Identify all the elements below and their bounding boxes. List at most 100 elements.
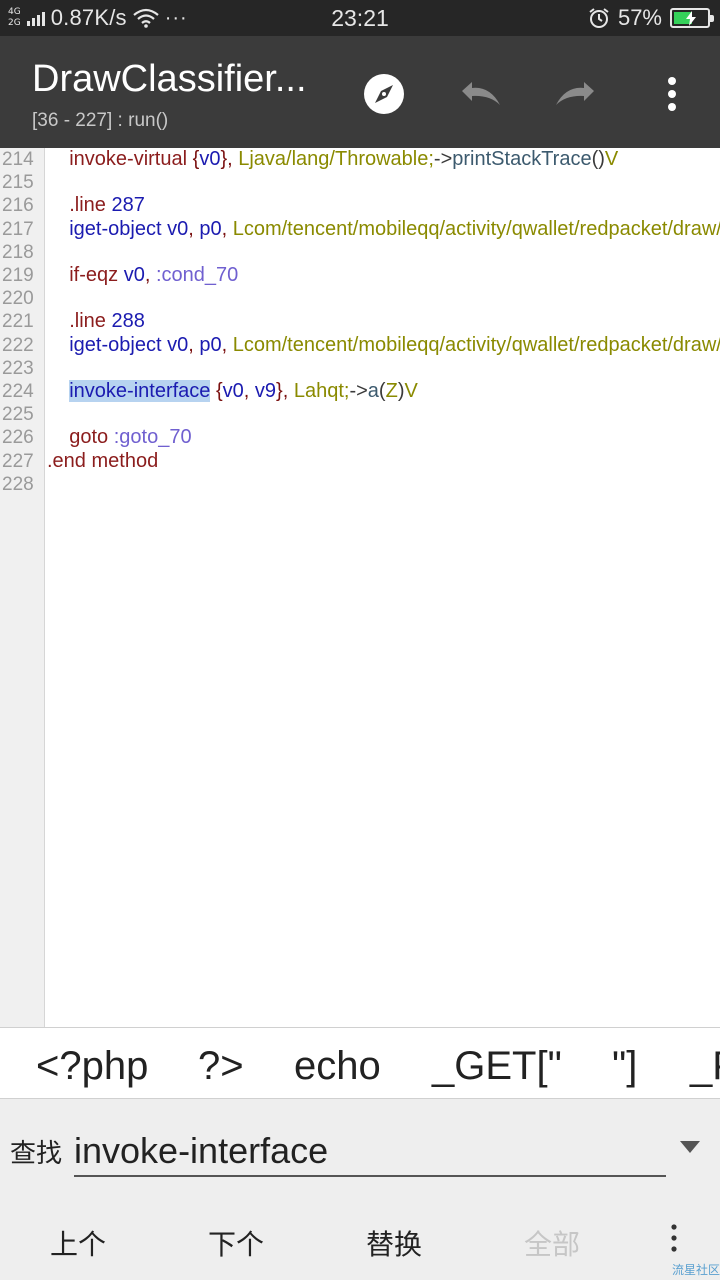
code-token: a	[367, 380, 379, 402]
replace-all-button[interactable]: 全部	[524, 1223, 580, 1263]
code-text: .line 288	[47, 310, 145, 333]
code-text: invoke-virtual {v0}, Ljava/lang/Throwabl…	[47, 148, 618, 171]
code-token: if-eqz	[69, 264, 119, 286]
watermark: 流星社区	[671, 1263, 720, 1277]
code-text: .end method	[47, 450, 158, 473]
code-token: invoke-virtual	[69, 148, 188, 170]
line-number: 227	[2, 450, 34, 472]
battery-percent: 57%	[617, 5, 662, 30]
file-title: DrawClassifier...	[32, 58, 307, 100]
code-line[interactable]: 224 invoke-interface {v0, v9}, Lahqt;->a…	[0, 380, 720, 403]
code-token: },	[276, 380, 294, 402]
method-subtitle: [36 - 227] : run()	[32, 110, 169, 131]
find-input[interactable]	[74, 1127, 666, 1177]
find-next-button[interactable]: 下个	[208, 1223, 264, 1263]
code-token: v0	[123, 264, 145, 286]
dropdown-arrow-icon[interactable]	[678, 1139, 702, 1155]
line-number: 215	[2, 172, 34, 194]
replace-button[interactable]: 替换	[366, 1223, 422, 1263]
code-line[interactable]: 221 .line 288	[0, 310, 720, 333]
code-token: Z	[385, 380, 398, 402]
code-token: v0	[222, 380, 244, 402]
code-token: V	[404, 380, 418, 402]
line-number: 217	[2, 218, 34, 240]
charging-bolt-icon	[686, 11, 696, 26]
alarm-icon	[589, 8, 609, 28]
undo-button[interactable]	[456, 70, 504, 118]
snippet-php-close[interactable]: ?>	[198, 1044, 244, 1089]
line-number: 223	[2, 357, 34, 379]
code-editor[interactable]: 214 invoke-virtual {v0}, Ljava/lang/Thro…	[0, 148, 720, 1027]
code-token: ->	[433, 148, 453, 170]
line-number: 224	[2, 381, 34, 402]
line-number: 225	[2, 404, 34, 426]
code-token: invoke-interface	[69, 380, 211, 402]
more-vertical-icon[interactable]	[664, 1223, 684, 1253]
line-number: 226	[2, 427, 34, 449]
code-token: ->	[349, 380, 368, 402]
code-token: ()	[591, 148, 605, 170]
snippet-get-open[interactable]: _GET["	[432, 1044, 562, 1089]
code-token: v0	[167, 333, 189, 356]
code-line[interactable]: 228	[0, 473, 720, 496]
undo-icon	[462, 82, 500, 105]
code-token: .line	[69, 310, 106, 333]
code-token: :cond_70	[155, 264, 239, 286]
find-bar: 查找	[0, 1099, 720, 1195]
snippet-get-close[interactable]: "]	[612, 1044, 637, 1089]
line-number: 222	[2, 334, 34, 356]
line-number: 220	[2, 288, 34, 310]
code-line[interactable]: 216 .line 287	[0, 194, 720, 217]
code-text: invoke-interface {v0, v9}, Lahqt;->a(Z)V	[47, 380, 418, 403]
compass-icon	[364, 74, 404, 114]
code-token: {	[210, 380, 223, 402]
line-number: 218	[2, 241, 34, 263]
battery-icon	[670, 8, 714, 28]
code-line[interactable]: 218	[0, 241, 720, 264]
snippet-php-open[interactable]: <?php	[36, 1044, 148, 1089]
snippet-post[interactable]: _P	[690, 1044, 720, 1089]
code-token: ,	[188, 333, 200, 356]
code-token: .line	[69, 194, 106, 217]
find-previous-button[interactable]: 上个	[50, 1223, 106, 1263]
code-line[interactable]: 215	[0, 171, 720, 194]
code-token: ,	[188, 217, 200, 240]
code-line[interactable]: 214 invoke-virtual {v0}, Ljava/lang/Thro…	[0, 148, 720, 171]
code-token: p0	[199, 333, 222, 356]
code-token: ,	[144, 264, 156, 286]
app-toolbar: DrawClassifier... [36 - 227] : run()	[0, 36, 720, 148]
code-token: ,	[243, 380, 255, 402]
navigate-button[interactable]	[360, 70, 408, 118]
code-token: Lcom/tencent/mobileqq/activity/qwallet/r…	[232, 333, 720, 356]
code-text: .line 287	[47, 194, 145, 217]
code-token: 288	[111, 310, 145, 333]
code-token: },	[220, 148, 239, 170]
code-line[interactable]: 220	[0, 287, 720, 310]
snippet-bar: <?php ?> echo _GET[" "] _P	[0, 1027, 720, 1099]
code-token: V	[604, 148, 619, 170]
code-line[interactable]: 226 goto :goto_70	[0, 426, 720, 449]
find-label: 查找	[10, 1138, 63, 1168]
code-line[interactable]: 223	[0, 357, 720, 380]
code-token: :goto_70	[113, 426, 192, 449]
code-token: p0	[199, 217, 222, 240]
code-text: iget-object v0, p0, Lcom/tencent/mobileq…	[47, 334, 720, 357]
code-line[interactable]: 225	[0, 403, 720, 426]
overflow-menu-button[interactable]	[648, 70, 696, 118]
code-token: printStackTrace	[452, 148, 592, 170]
code-text: iget-object v0, p0, Lcom/tencent/mobileq…	[47, 218, 720, 241]
code-line[interactable]: 217 iget-object v0, p0, Lcom/tencent/mob…	[0, 218, 720, 241]
code-line[interactable]: 222 iget-object v0, p0, Lcom/tencent/mob…	[0, 334, 720, 357]
code-line[interactable]: 227 .end method	[0, 450, 720, 473]
code-text: goto :goto_70	[47, 426, 192, 449]
redo-button[interactable]	[552, 70, 600, 118]
code-token: iget-object	[69, 333, 162, 356]
line-number: 214	[2, 149, 34, 170]
code-line[interactable]: 219 if-eqz v0, :cond_70	[0, 264, 720, 287]
snippet-echo[interactable]: echo	[294, 1044, 381, 1089]
